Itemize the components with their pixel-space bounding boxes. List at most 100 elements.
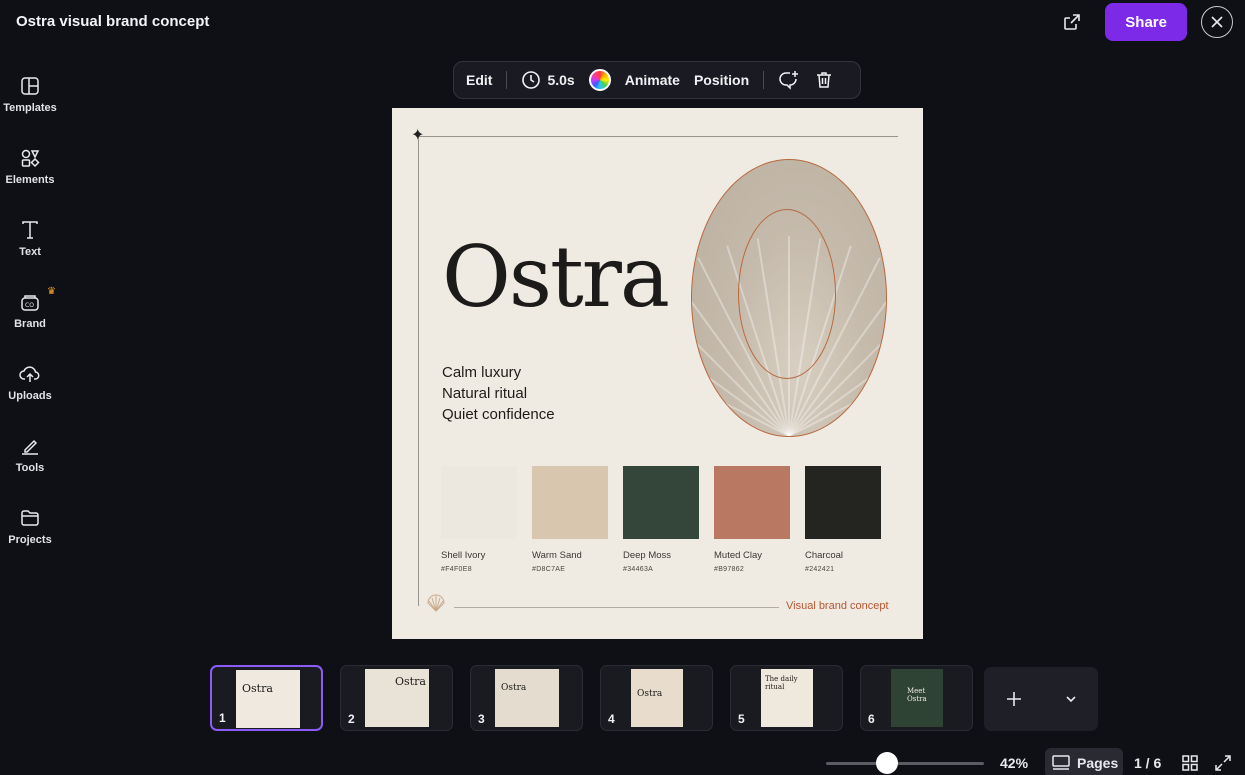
divider xyxy=(763,71,765,89)
thumbnail-title: Ostra xyxy=(395,675,426,688)
footer-bar: 42% Pages 1 / 6 xyxy=(0,744,1245,775)
page-number: 3 xyxy=(478,712,485,726)
swatch-name: Shell Ivory xyxy=(441,550,486,561)
zoom-slider-handle[interactable] xyxy=(876,752,898,774)
sidebar-item-text[interactable]: Text xyxy=(0,206,60,278)
sidebar-item-label: Elements xyxy=(5,174,55,186)
sidebar-item-label: Projects xyxy=(8,534,52,546)
position-button[interactable]: Position xyxy=(694,72,749,88)
text-icon xyxy=(22,221,38,239)
page-caption[interactable]: Visual brand concept xyxy=(786,600,889,612)
swatch-charcoal[interactable]: Charcoal #242421 xyxy=(805,466,881,573)
swatch-hex: #242421 xyxy=(805,566,835,573)
swatch-hex: #F4F0E8 xyxy=(441,566,472,573)
page-thumbnail[interactable]: Ostra 3 xyxy=(470,665,583,731)
context-toolbar: Edit 5.0s Animate Position xyxy=(453,61,861,99)
tagline: Natural ritual xyxy=(442,385,528,402)
frame-line-left xyxy=(418,136,419,606)
zoom-slider-track[interactable] xyxy=(826,762,984,765)
swatch-muted-clay[interactable]: Muted Clay #B97862 xyxy=(714,466,790,573)
swatch-chip xyxy=(714,466,790,539)
elements-icon xyxy=(21,149,40,168)
page-number: 1 xyxy=(219,711,226,725)
swatch-deep-moss[interactable]: Deep Moss #34463A xyxy=(623,466,699,573)
sidebar-item-label: Uploads xyxy=(8,390,52,402)
duration-button[interactable]: 5.0s xyxy=(521,70,575,90)
uploads-icon xyxy=(19,366,40,382)
thumbnail-preview: Ostra xyxy=(631,669,683,727)
duration-value: 5.0s xyxy=(547,72,575,88)
top-actions: Share xyxy=(1053,3,1233,41)
page-number: 6 xyxy=(868,712,875,726)
sidebar-item-uploads[interactable]: Uploads xyxy=(0,350,60,422)
swatch-shell-ivory[interactable]: Shell Ivory #F4F0E8 xyxy=(441,466,517,573)
thumbnail-preview: Ostra xyxy=(365,669,429,727)
external-link-icon[interactable] xyxy=(1053,3,1091,41)
add-page-button[interactable] xyxy=(984,667,1098,731)
swatch-name: Muted Clay xyxy=(714,550,763,561)
sidebar-item-label: Templates xyxy=(3,102,57,114)
page-thumbnail[interactable]: Ostra 4 xyxy=(600,665,713,731)
page-thumbnail[interactable]: Ostra 1 xyxy=(210,665,323,731)
pages-icon xyxy=(1052,755,1070,770)
trash-icon[interactable] xyxy=(814,70,834,90)
color-swatches: Shell Ivory #F4F0E8 Warm Sand #D8C7AE De… xyxy=(441,466,881,573)
thumbnail-title: The daily ritual xyxy=(765,675,798,691)
brand-name[interactable]: Ostra xyxy=(442,228,670,326)
frame-line-bottom xyxy=(454,607,779,608)
thumbnail-title: Ostra xyxy=(242,682,273,695)
thumbnail-title: Ostra xyxy=(501,683,527,693)
thumbnail-preview: Ostra xyxy=(236,670,300,728)
sidebar-item-elements[interactable]: Elements xyxy=(0,134,60,206)
thumbnail-title: Meet Ostra xyxy=(907,687,927,703)
grid-view-icon[interactable] xyxy=(1181,754,1199,772)
swatch-warm-sand[interactable]: Warm Sand #D8C7AE xyxy=(532,466,608,573)
sidebar-item-brand[interactable]: ♛ CO Brand xyxy=(0,278,60,350)
swatch-hex: #D8C7AE xyxy=(532,566,566,573)
left-sidebar: Templates Elements Text ♛ CO Brand Uploa… xyxy=(0,62,60,566)
add-comment-icon[interactable] xyxy=(778,69,800,91)
page-number: 2 xyxy=(348,712,355,726)
thumbnail-preview: Meet Ostra xyxy=(891,669,943,727)
edit-button[interactable]: Edit xyxy=(466,72,492,88)
swatch-hex: #34463A xyxy=(623,566,654,573)
close-icon[interactable] xyxy=(1201,6,1233,38)
swatch-name: Charcoal xyxy=(805,550,844,561)
sidebar-item-label: Tools xyxy=(15,462,45,474)
design-page[interactable]: ✦ Ostra Calm luxury Natural ritual Quiet… xyxy=(392,108,923,639)
clock-icon xyxy=(522,71,541,89)
pages-button[interactable]: Pages xyxy=(1045,748,1123,775)
sidebar-item-label: Brand xyxy=(14,318,46,330)
page-thumbnail[interactable]: Ostra 2 xyxy=(340,665,453,731)
projects-icon xyxy=(21,510,39,526)
shell-icon xyxy=(427,594,445,612)
zoom-value[interactable]: 42% xyxy=(1000,755,1028,771)
page-count: 1 / 6 xyxy=(1134,755,1162,771)
svg-text:CO: CO xyxy=(25,302,34,309)
taglines[interactable]: Calm luxury Natural ritual Quiet confide… xyxy=(442,362,555,425)
tools-icon xyxy=(22,439,38,455)
swatch-chip xyxy=(623,466,699,539)
page-thumbnail[interactable]: Meet Ostra 6 xyxy=(860,665,973,731)
tagline: Quiet confidence xyxy=(442,406,555,423)
animate-button[interactable]: Animate xyxy=(625,72,680,88)
sidebar-item-projects[interactable]: Projects xyxy=(0,494,60,566)
templates-icon xyxy=(21,77,39,95)
chevron-down-icon[interactable] xyxy=(1064,692,1078,706)
frame-line-top xyxy=(418,136,898,137)
document-title[interactable]: Ostra visual brand concept xyxy=(16,13,209,30)
sidebar-item-templates[interactable]: Templates xyxy=(0,62,60,134)
swatch-name: Deep Moss xyxy=(623,550,672,561)
color-wheel-icon[interactable] xyxy=(588,69,611,91)
sidebar-item-label: Text xyxy=(19,246,41,258)
crown-icon: ♛ xyxy=(47,286,56,297)
swatch-chip xyxy=(532,466,608,539)
fullscreen-icon[interactable] xyxy=(1214,754,1232,772)
share-button[interactable]: Share xyxy=(1105,3,1187,41)
sidebar-item-tools[interactable]: Tools xyxy=(0,422,60,494)
thumbnail-preview: Ostra xyxy=(495,669,559,727)
page-thumbnail[interactable]: The daily ritual 5 xyxy=(730,665,843,731)
page-number: 4 xyxy=(608,712,615,726)
plus-icon xyxy=(1006,692,1021,706)
thumbnail-preview: The daily ritual xyxy=(761,669,813,727)
